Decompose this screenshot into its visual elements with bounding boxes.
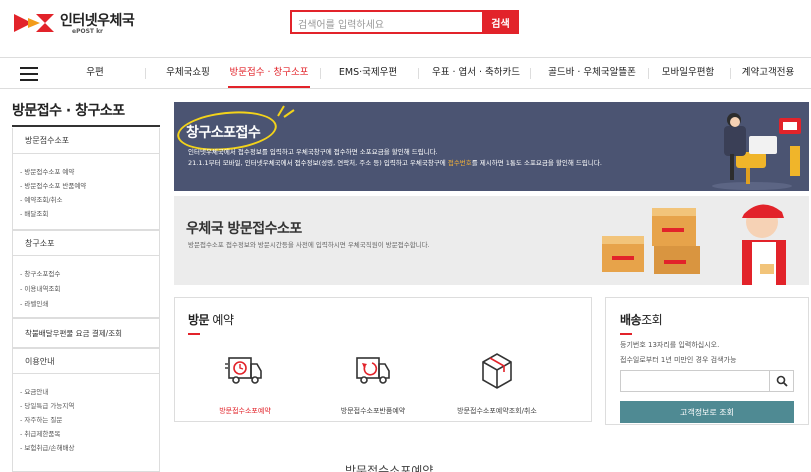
sidebar-item[interactable]: - 라벨인쇄 (20, 298, 48, 308)
box-icon (482, 353, 512, 389)
woman-laptop-illustration-icon (694, 106, 809, 191)
visit-parcel-banner[interactable]: 우체국 방문접수소포 방문접수소포 접수정보와 방문시간등을 사전에 입력하시면… (174, 196, 809, 285)
nav-item-ems[interactable]: EMS·국제우편 (335, 58, 401, 88)
search-input[interactable]: 검색어를 입력하세요 (290, 10, 482, 34)
page: 인터넷우체국 ePOST kr 검색어를 입력하세요 검색 우편 우체국쇼핑 방… (0, 0, 811, 472)
sidebar-title: 방문접수 · 창구소포 (12, 103, 125, 119)
search-button[interactable]: 검색 (482, 10, 519, 34)
sidebar-item[interactable]: - 이용내역조회 (20, 283, 60, 293)
sidebar-group-counter[interactable]: 창구소포 (12, 230, 160, 256)
visit-reservation-check-link[interactable]: 방문접수소포예약조회/취소 (437, 350, 557, 420)
tracking-note: 접수일로부터 1년 미만인 경우 검색가능 (620, 356, 737, 364)
banner-title: 창구소포접수 (186, 125, 261, 141)
truck-clock-icon (225, 357, 262, 384)
banner-title: 우체국 방문접수소포 (186, 221, 302, 237)
logo-text: 인터넷우체국 (60, 13, 135, 29)
sidebar-item[interactable]: - 배달조회 (20, 208, 48, 218)
customer-info-lookup-button[interactable]: 고객정보로 조회 (620, 401, 794, 423)
tracking-search-button[interactable] (770, 370, 794, 392)
logo-subtext: ePOST kr (72, 28, 104, 35)
nav-item-visit-parcel[interactable]: 방문접수 · 창구소포 (228, 58, 310, 88)
spark-icon (277, 105, 295, 118)
visit-reservation-link[interactable]: 방문접수소포예약 (185, 350, 305, 420)
nav-item-mobile-mailbox[interactable]: 모바일우편함 (658, 58, 718, 88)
sidebar-item[interactable]: - 요금안내 (20, 386, 48, 396)
visit-return-reservation-label: 방문접수소포반품예약 (340, 407, 406, 415)
panel-title: 배송조회 (620, 313, 663, 327)
banner-description: 방문접수소포 접수정보와 방문시간등을 사전에 입력하시면 우체국직원이 방문접… (188, 241, 430, 249)
sidebar-group-cod[interactable]: 착불배달우편물 요금 결제/조회 (12, 318, 160, 348)
delivery-tracking-panel: 배송조회 등기번호 13자리를 입력하십시오. 접수일로부터 1년 미만인 경우… (605, 297, 809, 425)
counter-parcel-banner[interactable]: 창구소포접수 인터넷우체국에서 접수정보를 입력하고 우체국창구에 접수하면 소… (174, 102, 809, 191)
visit-reservation-panel: 방문 예약 방문접수소포예약 방문접수소포반품예약 방문접수소포예약조회/취소 (174, 297, 592, 422)
nav-item-goldbar[interactable]: 골드바 · 우체국알뜰폰 (542, 58, 642, 88)
sidebar-item[interactable]: - 당일특급 가능지역 (20, 400, 74, 410)
sidebar-item[interactable]: - 보험취급/손해배상 (20, 442, 74, 452)
sidebar-group-visit[interactable]: 방문접수소포 (12, 128, 160, 154)
sidebar-group-guide[interactable]: 이용안내 (12, 348, 160, 374)
sidebar-item[interactable]: - 취급제한품목 (20, 428, 60, 438)
sidebar-item[interactable]: - 예약조회/취소 (20, 194, 63, 204)
truck-return-icon (356, 357, 390, 384)
tracking-instruction: 등기번호 13자리를 입력하십시오. (620, 341, 720, 349)
nav-item-shopping[interactable]: 우체국쇼핑 (158, 58, 218, 88)
tracking-number-input[interactable] (620, 370, 770, 392)
visit-return-reservation-link[interactable]: 방문접수소포반품예약 (313, 350, 433, 420)
visit-reservation-label: 방문접수소포예약 (219, 407, 271, 415)
boxes-postman-illustration-icon (602, 204, 786, 285)
banner-description: 인터넷우체국에서 접수정보를 입력하고 우체국창구에 접수하면 소포요금을 할인… (188, 148, 438, 156)
nav-active-underline (228, 86, 310, 88)
visit-reservation-check-label: 방문접수소포예약조회/취소 (457, 407, 537, 415)
banner-description: 21.1.1부터 모바일, 인터넷우체국에서 접수정보(성명, 연락처, 주소 … (188, 159, 602, 167)
header: 인터넷우체국 ePOST kr 검색어를 입력하세요 검색 (0, 0, 811, 52)
sidebar-item[interactable]: - 자주하는 질문 (20, 414, 62, 424)
logo[interactable]: 인터넷우체국 ePOST kr (14, 10, 144, 36)
sidebar-item[interactable]: - 방문접수소포 반품예약 (20, 180, 86, 190)
nav-item-mail[interactable]: 우편 (80, 58, 110, 88)
epost-logo-icon (14, 14, 54, 32)
main-nav: 우편 우체국쇼핑 방문접수 · 창구소포 EMS·국제우편 우표 · 엽서 · … (0, 57, 811, 89)
sidebar-item[interactable]: - 방문접수소포 예약 (20, 166, 74, 176)
page-caption: 방문접수소포예약 (345, 464, 434, 472)
search-icon (776, 375, 788, 387)
sidebar-item[interactable]: - 창구소포접수 (20, 268, 60, 278)
panel-title: 방문 예약 (188, 313, 234, 327)
menu-icon[interactable] (20, 67, 38, 81)
nav-item-contract[interactable]: 계약고객전용 (740, 58, 796, 88)
nav-item-stamps[interactable]: 우표 · 엽서 · 축하카드 (430, 58, 522, 88)
